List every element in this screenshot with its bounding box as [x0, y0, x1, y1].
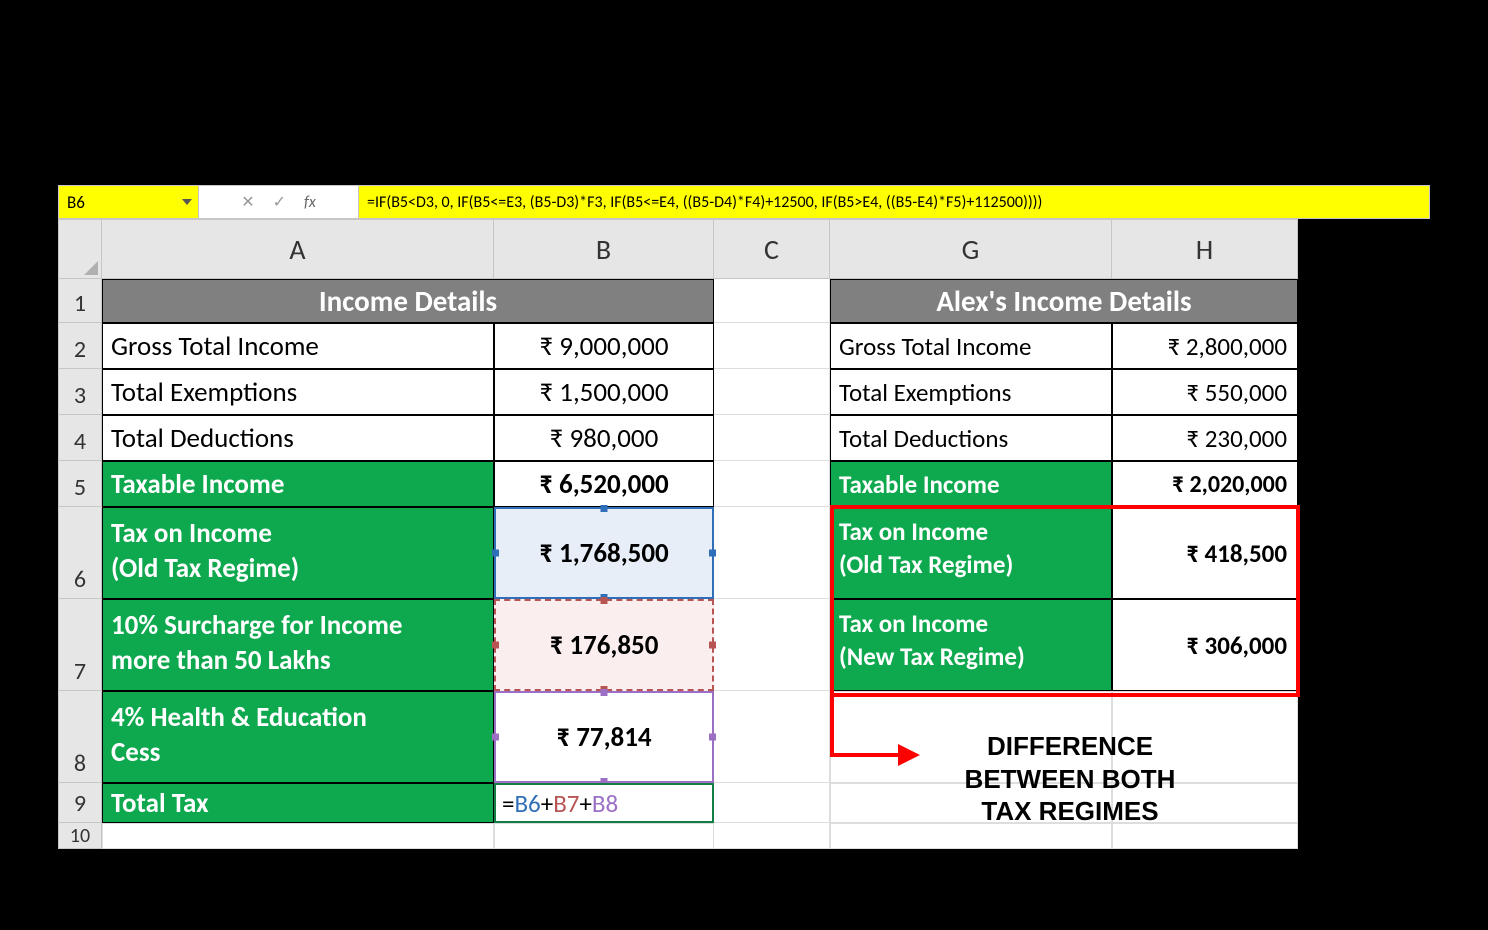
annotation-text: DIFFERENCE BETWEEN BOTH TAX REGIMES: [920, 730, 1220, 828]
row-header[interactable]: 5: [58, 461, 102, 507]
cancel-icon[interactable]: ✕: [241, 192, 254, 212]
label-cell[interactable]: Tax on Income (Old Tax Regime): [102, 507, 494, 599]
cell-a10[interactable]: [102, 823, 494, 849]
row-header[interactable]: 3: [58, 369, 102, 415]
cell-c4[interactable]: [714, 415, 830, 461]
label-cell[interactable]: Gross Total Income: [102, 323, 494, 369]
selected-cell-b6[interactable]: ₹ 1,768,500: [494, 507, 714, 599]
value-cell[interactable]: ₹ 306,000: [1112, 599, 1298, 691]
formula-text: =IF(B5<D3, 0, IF(B5<=E3, (B5-D3)*F3, IF(…: [367, 193, 1042, 212]
cell-c6[interactable]: [714, 507, 830, 599]
col-header-c[interactable]: C: [714, 219, 830, 279]
fx-icon[interactable]: fx: [304, 193, 316, 212]
value-cell[interactable]: ₹ 6,520,000: [494, 461, 714, 507]
arrow-line-v: [830, 697, 834, 757]
label-cell[interactable]: Tax on Income (New Tax Regime): [830, 599, 1112, 691]
row-header[interactable]: 4: [58, 415, 102, 461]
enter-icon[interactable]: ✓: [273, 192, 286, 212]
formula-bar: B6 ✕ ✓ fx =IF(B5<D3, 0, IF(B5<=E3, (B5-D…: [58, 185, 1430, 219]
value-cell[interactable]: ₹ 1,500,000: [494, 369, 714, 415]
select-all-corner[interactable]: [58, 219, 102, 279]
formula-cell-b9[interactable]: =B6+B7+B8: [494, 783, 714, 823]
cell-c3[interactable]: [714, 369, 830, 415]
ref-cell-b7[interactable]: ₹ 176,850: [494, 599, 714, 691]
label-cell[interactable]: 10% Surcharge for Income more than 50 La…: [102, 599, 494, 691]
cell-c8[interactable]: [714, 691, 830, 783]
cell-c7[interactable]: [714, 599, 830, 691]
column-headers: A B C G H: [58, 219, 1298, 279]
cell-c5[interactable]: [714, 461, 830, 507]
col-header-g[interactable]: G: [830, 219, 1112, 279]
col-header-a[interactable]: A: [102, 219, 494, 279]
label-cell[interactable]: Gross Total Income: [830, 323, 1112, 369]
name-box[interactable]: B6: [59, 186, 199, 218]
label-cell[interactable]: Total Deductions: [830, 415, 1112, 461]
name-box-value: B6: [67, 192, 85, 213]
label-cell[interactable]: 4% Health & Education Cess: [102, 691, 494, 783]
value-cell[interactable]: ₹ 9,000,000: [494, 323, 714, 369]
dropdown-icon[interactable]: [182, 199, 192, 205]
row-header[interactable]: 2: [58, 323, 102, 369]
value-cell[interactable]: ₹ 2,800,000: [1112, 323, 1298, 369]
value-cell[interactable]: ₹ 230,000: [1112, 415, 1298, 461]
label-cell[interactable]: Tax on Income (Old Tax Regime): [830, 507, 1112, 599]
label-cell[interactable]: Total Exemptions: [102, 369, 494, 415]
row-header[interactable]: 10: [58, 823, 102, 849]
label-cell[interactable]: Total Exemptions: [830, 369, 1112, 415]
cell-c2[interactable]: [714, 323, 830, 369]
cell-c9[interactable]: [714, 783, 830, 823]
value-cell[interactable]: ₹ 980,000: [494, 415, 714, 461]
ref-cell-b8[interactable]: ₹ 77,814: [494, 691, 714, 783]
value-cell[interactable]: ₹ 550,000: [1112, 369, 1298, 415]
arrow-head-icon: [898, 744, 920, 766]
row-header[interactable]: 8: [58, 691, 102, 783]
row-header[interactable]: 1: [58, 279, 102, 323]
col-header-h[interactable]: H: [1112, 219, 1298, 279]
arrow-line-h: [830, 753, 900, 757]
value-cell[interactable]: ₹ 418,500: [1112, 507, 1298, 599]
label-cell[interactable]: Total Tax: [102, 783, 494, 823]
cell-c10[interactable]: [714, 823, 830, 849]
right-header[interactable]: Alex's Income Details: [830, 279, 1298, 323]
row-header[interactable]: 7: [58, 599, 102, 691]
value-cell[interactable]: ₹ 2,020,000: [1112, 461, 1298, 507]
formula-bar-buttons: ✕ ✓ fx: [199, 186, 359, 218]
row-header[interactable]: 9: [58, 783, 102, 823]
cell-b10[interactable]: [494, 823, 714, 849]
label-cell[interactable]: Taxable Income: [102, 461, 494, 507]
col-header-b[interactable]: B: [494, 219, 714, 279]
label-cell[interactable]: Total Deductions: [102, 415, 494, 461]
formula-input[interactable]: =IF(B5<D3, 0, IF(B5<=E3, (B5-D3)*F3, IF(…: [359, 186, 1429, 218]
label-cell[interactable]: Taxable Income: [830, 461, 1112, 507]
row-header[interactable]: 6: [58, 507, 102, 599]
cell-c1[interactable]: [714, 279, 830, 323]
left-header[interactable]: Income Details: [102, 279, 714, 323]
